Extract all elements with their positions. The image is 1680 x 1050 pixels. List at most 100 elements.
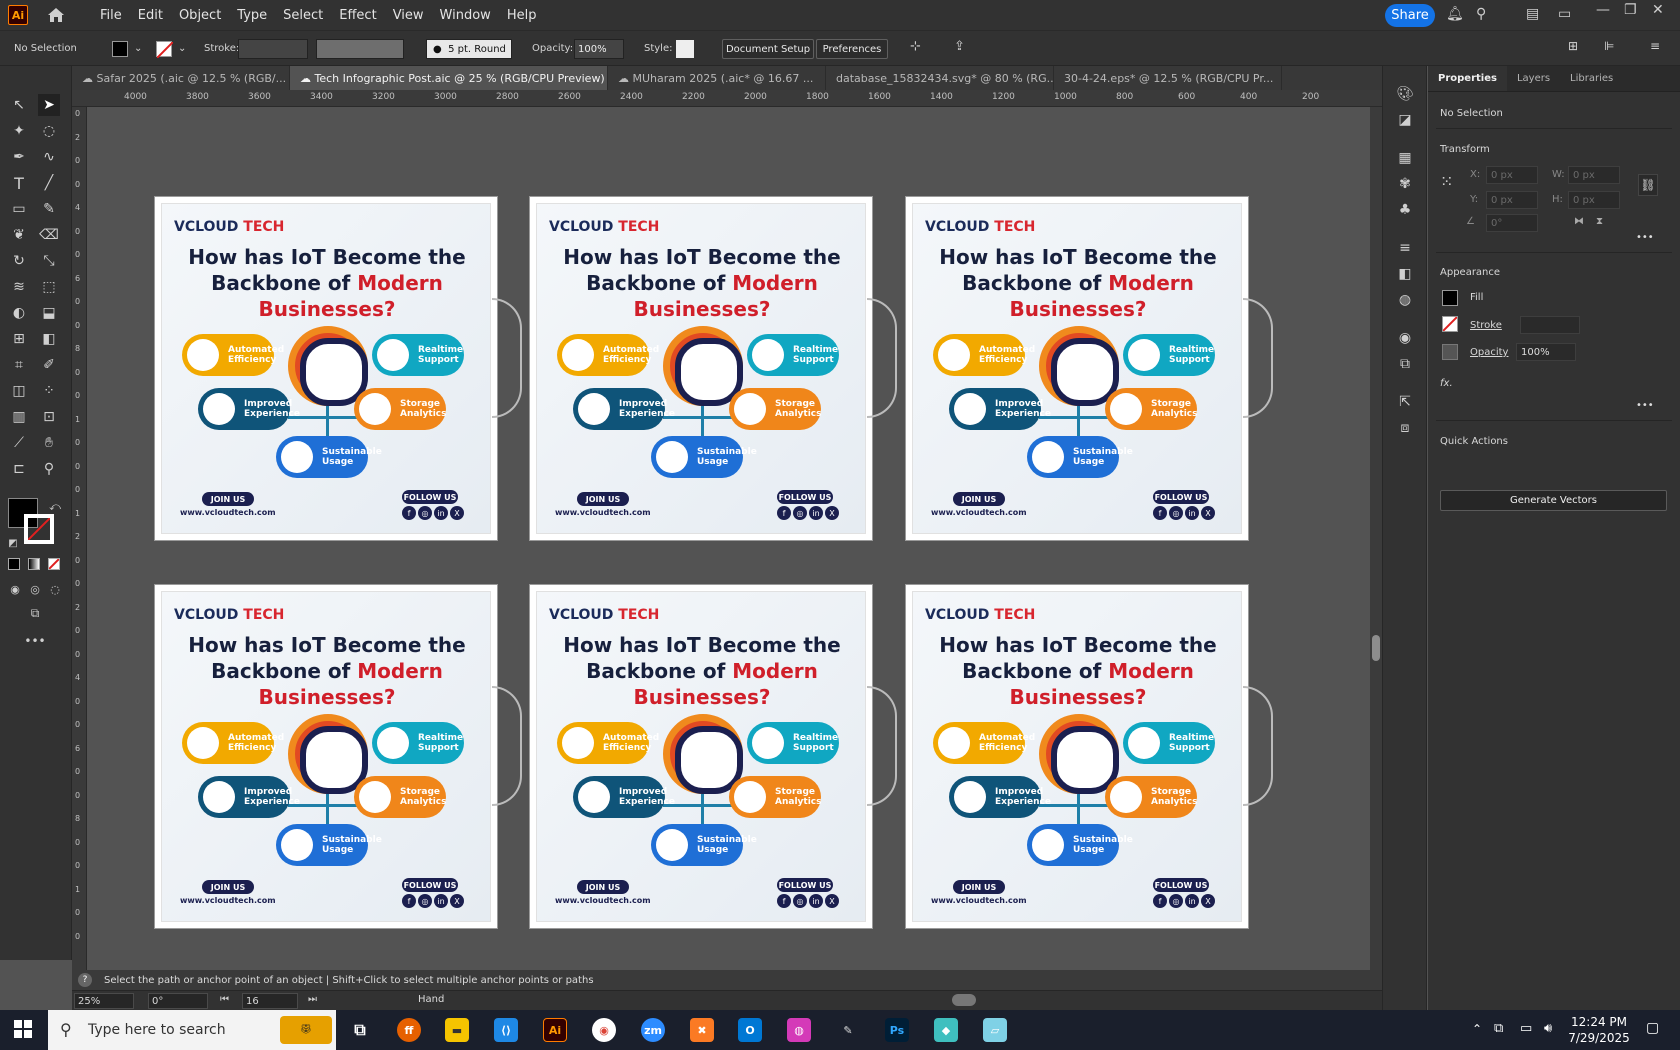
symbol-sprayer-icon[interactable]: ⁘ [38,380,60,402]
live-paint-icon[interactable]: ⬓ [38,302,60,324]
lasso-icon[interactable]: ◌ [38,120,60,142]
restore-icon[interactable]: ❐ [1624,2,1637,18]
stroke-weight-input[interactable] [238,39,308,59]
tab-layers[interactable]: Layers [1507,66,1560,91]
tab-muharam-2025[interactable]: ☁ MUharam 2025 (.aic* @ 16.67 ...✕ [608,66,826,90]
transparency-icon[interactable]: ◍ [1395,290,1415,310]
network-icon[interactable]: ▭ [1520,1021,1532,1036]
zoom-field[interactable]: 25% [74,993,134,1009]
appearance-panel-icon[interactable]: ◉ [1395,328,1415,348]
magic-wand-icon[interactable]: ✦ [8,120,30,142]
draw-normal-icon[interactable]: ◉ [4,578,26,600]
opacity-input[interactable]: 100% [574,39,624,59]
graphic-styles-icon[interactable]: ⧉ [1395,354,1415,374]
menu-view[interactable]: View [385,8,432,23]
brush-definition[interactable]: ● 5 pt. Round [426,39,512,59]
xampp-icon[interactable]: ✖ [690,1018,714,1042]
column-graph-icon[interactable]: ▥ [8,406,30,428]
first-artboard-icon[interactable]: ⏮ [220,994,229,1005]
hand-tool-icon[interactable]: ✋︎ [38,432,60,454]
mesh-tool-icon[interactable]: ⌗ [8,354,30,376]
more-options-icon[interactable]: ••• [1636,400,1654,411]
stroke-swatch[interactable] [1442,316,1458,332]
opacity-label[interactable]: Opacity [1470,347,1508,358]
artboard-number-field[interactable]: 16 [242,993,298,1009]
export-icon[interactable]: ⇱ [1395,392,1415,412]
shaper-tool-icon[interactable]: ❦ [8,224,30,246]
firefox-icon[interactable]: ff [397,1018,421,1042]
share-button[interactable]: Share [1385,4,1435,27]
default-colors-icon[interactable]: ◩ [2,532,24,554]
more-options-icon[interactable]: ••• [1636,232,1654,243]
artboard-infographic[interactable]: VCLOUD TECH How has IoT Become the Backbon… [905,196,1249,541]
notifications-icon[interactable]: ▢ [1646,1020,1659,1036]
brushes-icon[interactable]: ✾ [1395,174,1415,194]
screen-mode-icon[interactable]: ⧉ [24,602,46,624]
preferences-button[interactable]: Preferences [816,39,888,59]
stroke-panel-icon[interactable]: ≡ [1395,238,1415,258]
app-gem-icon[interactable]: ◆ [934,1018,958,1042]
tab-database-svg[interactable]: database_15832434.svg* @ 80 % (RG...✕ [826,66,1054,90]
app-notes-icon[interactable]: ▱ [983,1018,1007,1042]
swatches-icon[interactable]: ▦ [1395,148,1415,168]
flip-vertical-icon[interactable]: ⧗ [1596,216,1603,227]
none-mode-icon[interactable] [48,558,60,570]
artboard-infographic[interactable]: VCLOUD TECH How has IoT Become the Backbon… [529,196,873,541]
menu-effect[interactable]: Effect [331,8,384,23]
artboard-tool-icon[interactable]: ⊡ [38,406,60,428]
gradient-mode-icon[interactable] [28,558,40,570]
rotation-field[interactable]: 0° [148,993,208,1009]
menu-edit[interactable]: Edit [130,8,171,23]
chevron-down-icon[interactable]: ⌄ [134,43,142,54]
w-input[interactable]: 0 px [1568,166,1620,184]
tab-libraries[interactable]: Libraries [1560,66,1623,91]
scale-tool-icon[interactable]: ⤡ [38,250,60,272]
arrange-docs-icon[interactable]: ⊞ [1568,39,1578,53]
menu-type[interactable]: Type [229,8,275,23]
eyedropper-icon[interactable]: ✐ [38,354,60,376]
rotate-tool-icon[interactable]: ↻ [8,250,30,272]
paintbrush-icon[interactable]: ✎ [38,198,60,220]
variable-width-profile[interactable] [316,39,404,59]
edit-toolbar-icon[interactable]: ••• [24,630,46,652]
artboard-infographic[interactable]: VCLOUD TECH How has IoT Become the Backbon… [154,196,498,541]
vscode-icon[interactable]: ⟨⟩ [494,1018,518,1042]
file-explorer-icon[interactable]: ▬ [445,1018,469,1042]
canvas[interactable]: VCLOUD TECH How has IoT Become the Backbon… [88,107,1370,970]
draw-inside-icon[interactable]: ◌ [44,578,66,600]
draw-behind-icon[interactable]: ◎ [24,578,46,600]
fill-swatch[interactable] [112,41,128,57]
blend-tool-icon[interactable]: ◫ [8,380,30,402]
tray-device-icon[interactable]: ⧉ [1494,1021,1503,1036]
search-icon[interactable]: ⚲ [1476,6,1486,22]
gradient-tool-icon[interactable]: ◧ [38,328,60,350]
zoom-tool-icon[interactable]: ⚲ [38,458,60,480]
last-artboard-icon[interactable]: ⏭ [308,994,317,1005]
print-tiling-icon[interactable]: ⊏ [8,458,30,480]
artboards-panel-icon[interactable]: ⧈ [1395,418,1415,438]
slice-tool-icon[interactable]: ⟋ [8,432,30,454]
outlook-icon[interactable]: O [738,1018,762,1042]
close-icon[interactable]: ✕ [1652,2,1664,18]
arrange-icon[interactable]: ▭ [1558,6,1571,22]
fx-icon[interactable]: fx. [1440,378,1453,389]
stroke-weight-field[interactable] [1520,316,1580,334]
creative-cloud-icon[interactable]: ◍ [787,1018,811,1042]
style-swatch[interactable] [676,40,694,58]
task-view-icon[interactable]: ⧉ [348,1018,372,1042]
artboard-infographic[interactable]: VCLOUD TECH How has IoT Become the Backbon… [905,584,1249,929]
perspective-grid-icon[interactable]: ⊞ [8,328,30,350]
chevron-down-icon[interactable]: ⌄ [178,43,186,54]
tab-properties[interactable]: Properties [1428,66,1507,91]
angle-input[interactable]: 0° [1486,214,1538,232]
align-left-icon[interactable]: ⊫ [1604,39,1614,53]
home-icon[interactable] [46,5,66,25]
y-input[interactable]: 0 px [1486,191,1538,209]
free-transform-icon[interactable]: ⬚ [38,276,60,298]
horizontal-scroll-thumb[interactable] [952,994,976,1006]
document-setup-button[interactable]: Document Setup [722,39,814,59]
menu-object[interactable]: Object [171,8,229,23]
eraser-icon[interactable]: ⌫ [38,224,60,246]
shape-builder-icon[interactable]: ◐ [8,302,30,324]
gradient-panel-icon[interactable]: ◧ [1395,264,1415,284]
